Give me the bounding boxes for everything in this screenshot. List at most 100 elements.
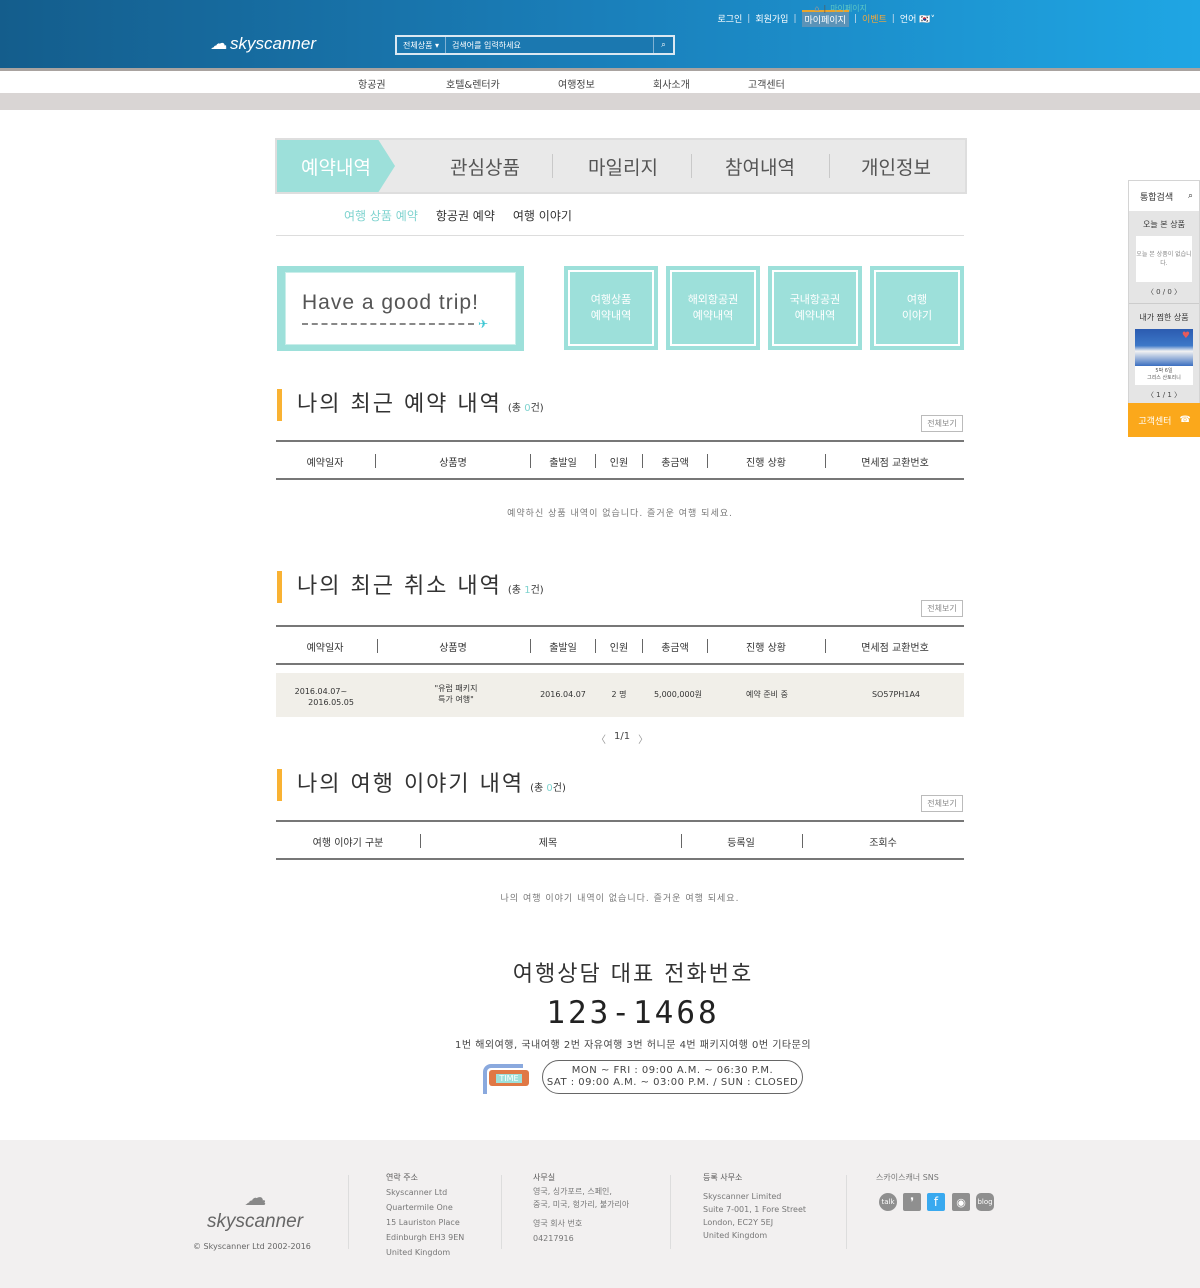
- col-header: 출발일: [549, 458, 577, 469]
- dashed-line: [302, 323, 474, 325]
- kakaotalk-icon[interactable]: talk: [879, 1193, 897, 1211]
- quick-label: 예약내역: [794, 309, 836, 322]
- view-all-button[interactable]: 전체보기: [921, 415, 963, 432]
- facebook-icon[interactable]: f: [927, 1193, 945, 1211]
- search-label: 통합검색: [1140, 192, 1174, 203]
- col-header: 조회수: [869, 838, 897, 849]
- home-icon[interactable]: ⌂: [814, 4, 819, 13]
- blog-icon[interactable]: blog: [976, 1193, 994, 1211]
- cancellations-title: 나의 최근 취소 내역 (총 1건): [277, 571, 544, 603]
- search-category-dropdown[interactable]: 전체상품 ▾: [397, 37, 447, 53]
- logo-text: skyscanner: [230, 34, 316, 53]
- count: (총 1건): [507, 585, 544, 596]
- breadcrumb-current: 마이페이지: [830, 4, 867, 13]
- business-hours: MON ~ FRI : 09:00 A.M. ~ 06:30 P.M. SAT …: [542, 1060, 803, 1094]
- next-page-button[interactable]: 〉: [638, 731, 648, 746]
- col-header: 제목: [538, 838, 558, 849]
- pagination: 〈 1/1 〉: [596, 731, 648, 746]
- contact-title: 여행상담 대표 전화번호: [512, 962, 754, 987]
- search-button[interactable]: ⌕: [653, 37, 673, 53]
- col-header: 인원: [609, 458, 629, 469]
- empty-message: 나의 여행 이야기 내역이 없습니다. 즐거운 여행 되세요.: [500, 894, 740, 904]
- quick-label: 해외항공권: [687, 293, 739, 306]
- stories-table-header: 여행 이야기 구분 제목 등록일 조회수: [276, 820, 964, 860]
- time-sign-icon: TIME: [483, 1062, 529, 1094]
- language-selector[interactable]: 언어 🇰🇷˅: [900, 12, 935, 25]
- reservations-title: 나의 최근 예약 내역 (총 0건): [277, 389, 544, 421]
- col-header: 진행 상황: [746, 643, 786, 654]
- col-header: 총금액: [661, 458, 689, 469]
- col-header: 면세점 교환번호: [861, 458, 929, 469]
- tab-reservations[interactable]: 예약내역: [277, 140, 395, 192]
- people: 2 명: [611, 690, 627, 699]
- subtab-stories[interactable]: 여행 이야기: [513, 207, 572, 224]
- login-link[interactable]: 로그인: [717, 12, 742, 25]
- mypage-tabs: 예약내역 관심상품 마일리지 참여내역 개인정보: [275, 138, 967, 194]
- kakaostory-icon[interactable]: ❜: [903, 1193, 921, 1211]
- quick-travel-stories[interactable]: 여행 이야기: [870, 266, 964, 350]
- integrated-search-button[interactable]: 통합검색 ⌕: [1129, 181, 1199, 211]
- quick-label: 예약내역: [692, 309, 734, 322]
- col-header: 예약일자: [306, 643, 344, 654]
- tab-profile[interactable]: 개인정보: [829, 140, 963, 192]
- count: (총 0건): [507, 403, 544, 414]
- nav-travel-info[interactable]: 여행정보: [558, 76, 595, 91]
- section-title: 나의 최근 취소 내역: [297, 574, 502, 599]
- quick-label: 예약내역: [590, 309, 632, 322]
- airplane-icon: ✈: [478, 317, 489, 331]
- status: 예약 준비 중: [746, 690, 788, 699]
- phone-menu: 1번 해외여행, 국내여행 2번 자유여행 3번 허니문 4번 패키지여행 0번…: [454, 1040, 812, 1051]
- phone-number: 123-1468: [546, 995, 720, 1031]
- quick-sidebar: 통합검색 ⌕ 오늘 본 상품 오늘 본 상품이 없습니다. 〈 0 / 0 〉 내…: [1128, 180, 1200, 437]
- view-all-button[interactable]: 전체보기: [921, 600, 963, 617]
- wish-pager[interactable]: 〈 1 / 1 〉: [1129, 390, 1199, 400]
- amount: 5,000,000원: [653, 690, 703, 699]
- main-nav: 항공권 호텔&렌터카 여행정보 회사소개 고객센터: [0, 71, 1200, 93]
- quick-intl-flight-reservations[interactable]: 해외항공권예약내역: [666, 266, 760, 350]
- customer-center-button[interactable]: 고객센터 ☎: [1128, 403, 1200, 437]
- logo[interactable]: ☁ skyscanner: [210, 34, 316, 54]
- nav-hotels[interactable]: 호텔&렌터카: [446, 76, 500, 91]
- footer-logo: ☁ skyscanner: [206, 1185, 304, 1232]
- heart-icon: ♥: [1181, 331, 1190, 341]
- phone-icon: ☎: [1179, 415, 1191, 425]
- nav-flights[interactable]: 항공권: [358, 76, 386, 91]
- wish-item[interactable]: ♥ 5박 6일 그리스 산토리니: [1135, 329, 1193, 385]
- instagram-icon[interactable]: ◉: [952, 1193, 970, 1211]
- search-input[interactable]: 검색어를 입력하세요: [446, 40, 653, 51]
- header: [0, 0, 1200, 68]
- footer-offices: 사무실 영국, 싱가포르, 스페인, 중국, 미국, 헝가리, 불가리아 영국 회…: [533, 1173, 630, 1243]
- banner-text: Have a good trip!: [302, 291, 479, 314]
- quick-package-reservations[interactable]: 여행상품 예약내역: [564, 266, 658, 350]
- reservations-table-header: 예약일자 상품명 출발일 인원 총금액 진행 상황 면세점 교환번호: [276, 440, 964, 480]
- signup-link[interactable]: 회원가입: [755, 12, 788, 25]
- subtab-package[interactable]: 여행 상품 예약: [344, 207, 418, 224]
- quick-domestic-flight-reservations[interactable]: 국내항공권 예약내역: [768, 266, 862, 350]
- col-header: 상품명: [439, 458, 467, 469]
- table-row[interactable]: 2016.04.07~ 2016.05.05 "유럽 패키지 특가 여행" 201…: [276, 673, 964, 717]
- quick-label: 여행: [906, 293, 928, 306]
- view-all-button[interactable]: 전체보기: [921, 795, 963, 812]
- tab-participation[interactable]: 참여내역: [691, 140, 829, 192]
- recent-pager[interactable]: 〈 0 / 0 〉: [1129, 287, 1199, 297]
- col-header: 인원: [609, 643, 629, 654]
- recent-title: 오늘 본 상품: [1143, 220, 1185, 229]
- exchange-code: SO57PH1A4: [871, 690, 921, 699]
- col-header: 여행 이야기 구분: [312, 838, 384, 849]
- cs-label: 고객센터: [1138, 416, 1172, 427]
- nav-support[interactable]: 고객센터: [748, 76, 785, 91]
- cancellations-table-header: 예약일자 상품명 출발일 인원 총금액 진행 상황 면세점 교환번호: [276, 625, 964, 665]
- footer-sns-heading: 스카이스캐너 SNS: [876, 1173, 939, 1182]
- tab-wishlist[interactable]: 관심상품: [415, 140, 555, 192]
- col-header: 진행 상황: [746, 458, 786, 469]
- divider: [276, 235, 964, 236]
- footer-contact: 연락 주소 Skyscanner Ltd Quartermile One 15 La…: [386, 1173, 465, 1257]
- korea-flag-icon: 🇰🇷: [919, 15, 931, 25]
- subtab-flights[interactable]: 항공권 예약: [436, 207, 495, 224]
- prev-page-button[interactable]: 〈: [596, 731, 606, 746]
- section-title: 나의 최근 예약 내역: [297, 392, 502, 417]
- tab-mileage[interactable]: 마일리지: [555, 140, 691, 192]
- col-header: 면세점 교환번호: [861, 643, 929, 654]
- cloud-logo-icon: ☁: [244, 1185, 266, 1210]
- nav-company[interactable]: 회사소개: [653, 76, 690, 91]
